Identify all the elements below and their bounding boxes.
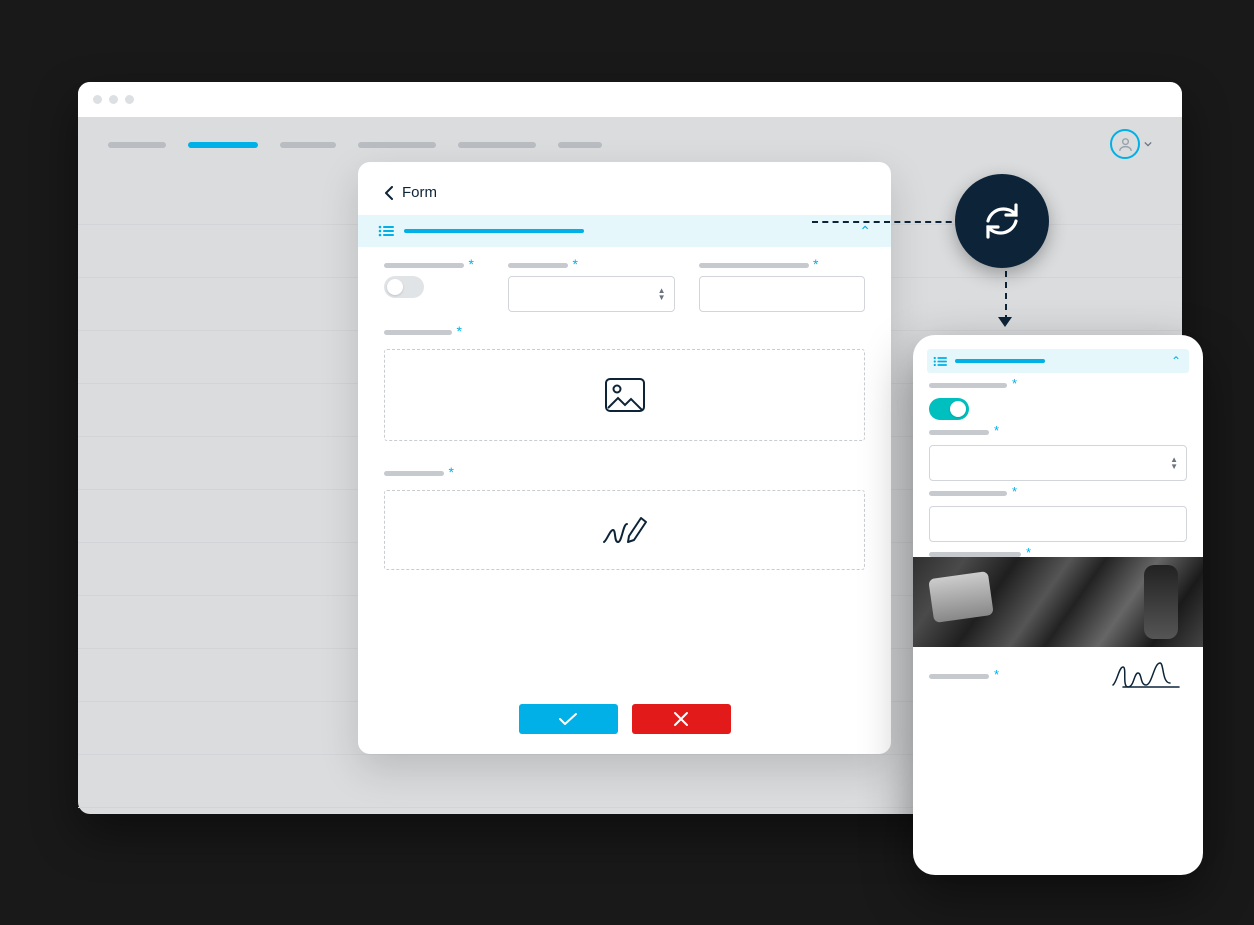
avatar-icon: [1110, 129, 1140, 159]
sync-connector-line: [812, 221, 962, 223]
field-label: [929, 430, 989, 435]
sync-icon: [978, 197, 1026, 245]
field-label: [508, 263, 568, 268]
select-field[interactable]: ▲▼: [508, 276, 675, 312]
section-title-placeholder: [404, 229, 584, 233]
field-label: [699, 263, 809, 268]
signature-icon: [601, 512, 649, 548]
confirm-button[interactable]: [519, 704, 618, 734]
form-body: ▲▼: [358, 247, 891, 570]
nav-item[interactable]: [108, 142, 166, 148]
chevron-up-icon: ⌃: [1171, 354, 1181, 368]
mobile-preview: ⌃ ▲▼: [913, 335, 1203, 875]
field-label: [929, 383, 1007, 388]
traffic-light-dot: [125, 95, 134, 104]
field-label: [384, 330, 452, 335]
browser-chrome: [78, 82, 1182, 117]
sync-badge: [955, 174, 1049, 268]
field-label: [384, 263, 464, 268]
section-title-placeholder: [955, 359, 1045, 363]
close-icon: [673, 711, 689, 727]
chevron-down-icon: [1144, 140, 1152, 148]
check-icon: [558, 712, 578, 726]
form-modal: Form ⌃ ▲▼: [358, 162, 891, 754]
back-chevron-icon[interactable]: [384, 186, 394, 200]
image-icon: [605, 378, 645, 412]
section-header[interactable]: ⌃: [358, 215, 891, 247]
modal-actions: [358, 704, 891, 734]
select-arrows-icon: ▲▼: [658, 287, 666, 301]
nav-item-active[interactable]: [188, 142, 258, 148]
section-header[interactable]: ⌃: [927, 349, 1189, 373]
nav-item[interactable]: [358, 142, 436, 148]
traffic-light-dot: [109, 95, 118, 104]
cancel-button[interactable]: [632, 704, 731, 734]
modal-header: Form: [358, 162, 891, 215]
nav-item[interactable]: [458, 142, 536, 148]
field-label: [929, 674, 989, 679]
chevron-up-icon: ⌃: [859, 223, 871, 240]
toggle-field[interactable]: [384, 276, 424, 298]
field-label: [384, 471, 444, 476]
uploaded-image-preview: [913, 557, 1203, 647]
select-field[interactable]: ▲▼: [929, 445, 1187, 481]
nav-item[interactable]: [558, 142, 602, 148]
sync-connector-line: [1005, 271, 1007, 321]
text-field[interactable]: [929, 506, 1187, 542]
list-icon: [933, 356, 947, 367]
nav-item[interactable]: [280, 142, 336, 148]
signature-preview: [1109, 659, 1187, 693]
select-arrows-icon: ▲▼: [1170, 456, 1178, 470]
modal-title-text: Form: [402, 184, 437, 201]
field-label: [929, 491, 1007, 496]
text-field[interactable]: [699, 276, 866, 312]
image-upload-zone[interactable]: [384, 349, 865, 441]
user-menu[interactable]: [1110, 129, 1152, 159]
toggle-field[interactable]: [929, 398, 969, 420]
arrow-down-icon: [998, 317, 1012, 327]
signature-zone[interactable]: [384, 490, 865, 570]
list-icon: [378, 225, 394, 237]
traffic-light-dot: [93, 95, 102, 104]
